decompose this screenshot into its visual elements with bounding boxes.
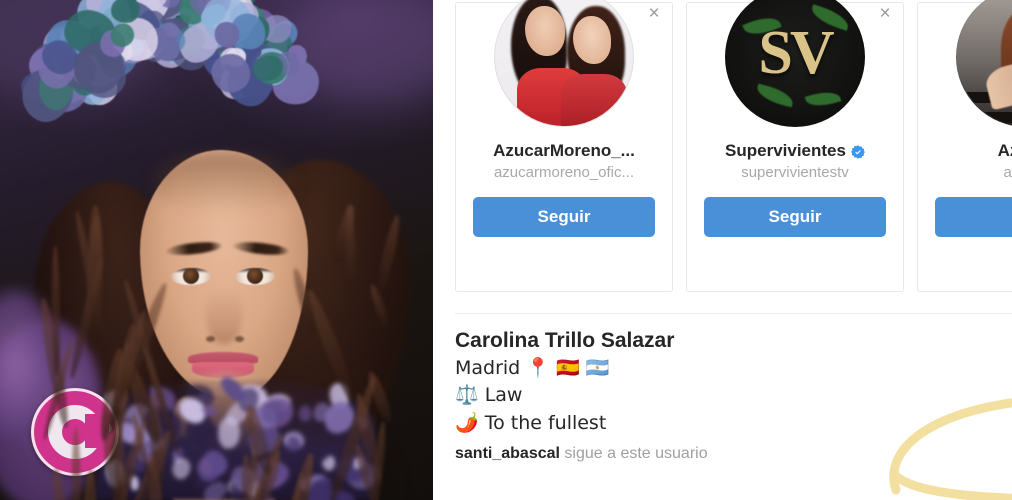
suggested-account-name-text: AzucarMoreno_... [493,141,635,160]
verified-badge-icon [850,144,865,159]
suggested-account-name-text: Supervivientes [725,141,846,160]
follow-button[interactable]: Seguir [473,197,655,237]
follow-button[interactable]: Se [935,197,1012,237]
followed-by-suffix: sigue a este usuario [564,444,708,462]
section-divider [455,313,1012,314]
close-icon[interactable]: × [876,4,894,23]
nostril-right [235,336,244,342]
suggested-account-username: supervivientestv [741,164,849,181]
instagram-profile-screenshot: × AzucarMoreno_... azucarmoreno_ofic... … [0,0,1012,500]
suggested-account-username: azucar [1003,164,1012,181]
suggested-account-name[interactable]: AzucarMoreno_... [493,141,635,161]
close-icon[interactable]: × [645,4,663,23]
follow-button[interactable]: Seguir [704,197,886,237]
bio-line: ⚖️ Law [455,384,523,407]
avatar-detail [957,112,1012,123]
suggested-account-username: azucarmoreno_ofic... [493,164,635,181]
avatar[interactable]: SV [725,0,865,127]
profile-bio: Carolina Trillo Salazar Madrid 📍 🇪🇸 🇦🇷 ⚖… [455,328,1002,463]
followed-by-username[interactable]: santi_abascal [455,445,560,462]
avatar-detail [561,74,627,126]
avatar[interactable] [494,0,634,127]
nostril-left [206,336,215,342]
avatar-detail [804,87,842,111]
garment-flake [297,403,314,423]
suggested-account-card[interactable]: × SV Supervivientes supervivientestv Seg… [686,0,904,292]
avatar-detail [573,16,611,64]
bio-line: 🌶️ To the fullest [455,411,607,434]
suggested-account-name[interactable]: Azucar [998,141,1012,161]
avatar-detail [525,6,565,56]
profile-info-panel: × AzucarMoreno_... azucarmoreno_ofic... … [433,0,1012,500]
bio-line: Madrid 📍 🇪🇸 🇦🇷 [455,356,610,379]
profile-photo [0,0,433,500]
suggested-account-card[interactable]: × AzucarMoreno_... azucarmoreno_ofic... … [455,0,673,292]
floral-headpiece [14,0,323,304]
suggested-accounts-row: × AzucarMoreno_... azucarmoreno_ofic... … [433,0,1012,292]
profile-full-name: Carolina Trillo Salazar [455,329,675,352]
avatar-logo-text: SV [758,19,834,87]
suggested-account-name[interactable]: Supervivientes [725,141,865,161]
followed-by-text: santi_abascal sigue a este usuario [455,445,1002,463]
suggested-account-name-text: Azucar [997,141,1012,160]
avatar[interactable] [956,0,1012,127]
suggested-account-card[interactable]: × Azucar azucar Se [917,0,1012,292]
